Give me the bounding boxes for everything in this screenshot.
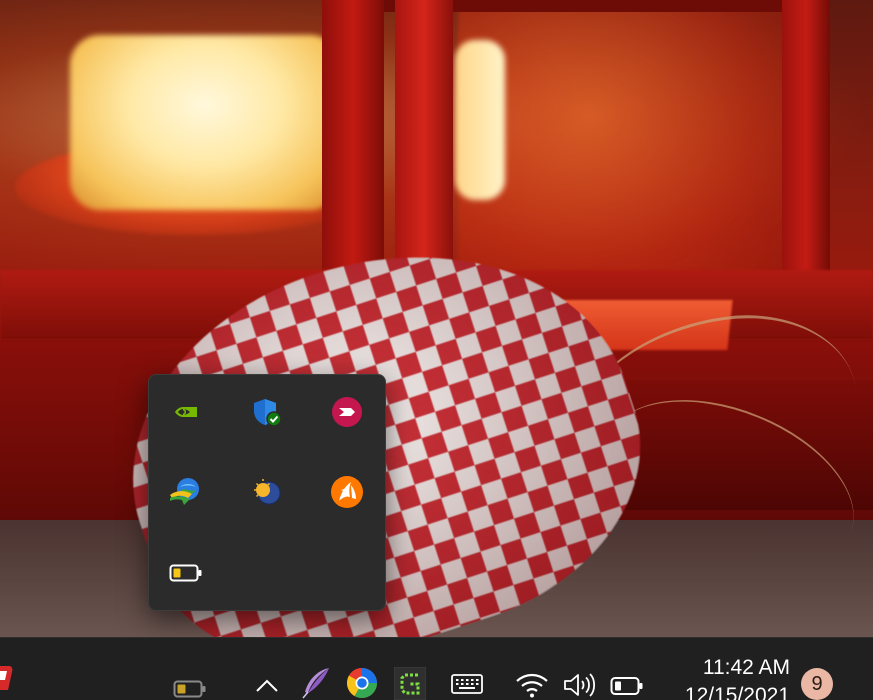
wallpaper-candle-left <box>70 35 340 210</box>
avast-icon[interactable] <box>327 472 367 512</box>
wallpaper-candle-right <box>455 40 505 200</box>
wallpaper-lantern-glass <box>458 0 788 290</box>
wifi-icon[interactable] <box>513 670 551 700</box>
red-app-icon[interactable] <box>0 660 14 700</box>
windows-security-icon[interactable] <box>247 392 287 432</box>
clock-time: 11:42 AM <box>702 656 790 679</box>
desktop-wallpaper <box>0 0 873 637</box>
volume-icon[interactable] <box>561 670 597 700</box>
hidden-icons-flyout <box>148 374 386 611</box>
battery-icon[interactable] <box>166 553 206 593</box>
notification-count-badge[interactable]: 9 <box>801 668 833 700</box>
system-battery-icon[interactable] <box>608 672 646 700</box>
feather-pen-icon[interactable] <box>298 666 334 700</box>
battery-status-icon[interactable] <box>172 677 208 700</box>
green-g-app-icon[interactable] <box>393 667 427 700</box>
nvidia-icon[interactable] <box>166 392 206 432</box>
show-hidden-icons-chevron[interactable] <box>250 672 284 700</box>
weather-globe-icon[interactable] <box>247 472 287 512</box>
app-pink-arrow-icon[interactable] <box>327 392 367 432</box>
wallpaper-lantern-frame-right <box>782 0 830 310</box>
clock-date: 12/15/2021 <box>684 684 790 700</box>
internet-download-manager-icon[interactable] <box>166 472 206 512</box>
taskbar-clock[interactable]: 11:42 AM 12/15/2021 <box>664 640 794 700</box>
chrome-like-browser-icon[interactable] <box>344 666 380 700</box>
touch-keyboard-icon[interactable] <box>448 670 486 698</box>
